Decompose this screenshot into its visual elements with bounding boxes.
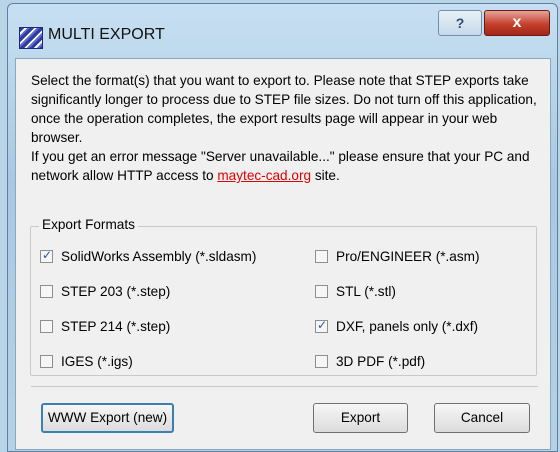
export-formats-title: Export Formats	[39, 217, 138, 232]
checkbox-label: DXF, panels only (*.dxf)	[336, 319, 479, 334]
checkbox-box[interactable]	[315, 250, 328, 263]
checkbox-box[interactable]	[40, 320, 53, 333]
checkbox-pro-engineer[interactable]: Pro/ENGINEER (*.asm)	[315, 249, 480, 264]
checkbox-label: 3D PDF (*.pdf)	[336, 354, 426, 369]
checkbox-label: STL (*.stl)	[336, 284, 396, 299]
checkbox-box[interactable]	[40, 355, 53, 368]
checkbox-iges[interactable]: IGES (*.igs)	[40, 354, 133, 369]
maytec-cad-link[interactable]: maytec-cad.org	[217, 168, 311, 183]
instructions-paragraph-1: Select the format(s) that you want to ex…	[31, 73, 537, 145]
instructions-text: Select the format(s) that you want to ex…	[31, 71, 541, 185]
help-button[interactable]: ?	[438, 10, 482, 36]
checkbox-step-214[interactable]: STEP 214 (*.step)	[40, 319, 170, 334]
separator	[31, 386, 538, 387]
checkbox-solidworks-assembly[interactable]: SolidWorks Assembly (*.sldasm)	[40, 248, 257, 264]
checkbox-step-203[interactable]: STEP 203 (*.step)	[40, 284, 170, 299]
window-title: MULTI EXPORT	[48, 26, 165, 43]
checkbox-box[interactable]	[315, 355, 328, 368]
checkbox-3d-pdf[interactable]: 3D PDF (*.pdf)	[315, 354, 425, 369]
export-button[interactable]: Export	[313, 403, 408, 433]
checkbox-label: SolidWorks Assembly (*.sldasm)	[61, 249, 257, 264]
checkbox-box[interactable]	[40, 285, 53, 298]
www-export-button[interactable]: WWW Export (new)	[41, 403, 174, 433]
cancel-button[interactable]: Cancel	[434, 403, 530, 433]
checkbox-box[interactable]	[315, 285, 328, 298]
instructions-paragraph-2: If you get an error message "Server unav…	[31, 147, 541, 185]
close-button[interactable]: x	[484, 10, 550, 36]
checkbox-label: IGES (*.igs)	[61, 354, 133, 369]
checkbox-stl[interactable]: STL (*.stl)	[315, 284, 396, 299]
export-formats-group: Export Formats SolidWorks Assembly (*.sl…	[30, 217, 537, 376]
instructions-paragraph-2-suffix: site.	[311, 168, 340, 183]
checkbox-label: Pro/ENGINEER (*.asm)	[336, 249, 480, 264]
checkbox-box[interactable]	[315, 318, 328, 333]
checkbox-label: STEP 214 (*.step)	[61, 319, 171, 334]
checkbox-dxf-panels[interactable]: DXF, panels only (*.dxf)	[315, 318, 479, 334]
checkbox-label: STEP 203 (*.step)	[61, 284, 171, 299]
app-icon	[19, 27, 43, 49]
multi-export-dialog: MULTI EXPORT ? x Select the format(s) th…	[7, 3, 558, 452]
title-bar[interactable]: MULTI EXPORT ? x	[8, 4, 557, 54]
dialog-body: Select the format(s) that you want to ex…	[15, 58, 551, 450]
checkbox-box[interactable]	[40, 248, 53, 263]
